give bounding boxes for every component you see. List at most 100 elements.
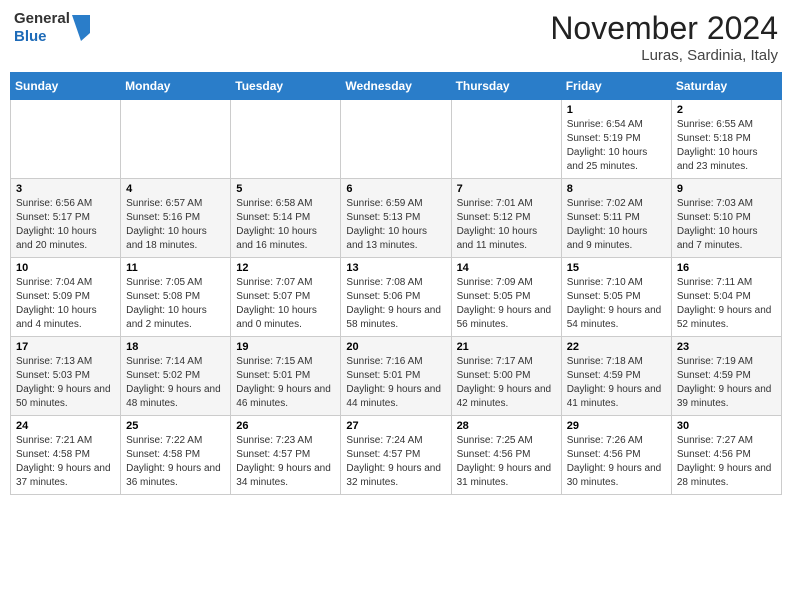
calendar-cell: 16 Sunrise: 7:11 AMSunset: 5:04 PMDayligh… <box>671 258 781 337</box>
month-title: November 2024 <box>550 10 778 47</box>
calendar-cell: 8 Sunrise: 7:02 AMSunset: 5:11 PMDaylight… <box>561 179 671 258</box>
calendar-header-wednesday: Wednesday <box>341 73 451 100</box>
day-number: 9 <box>677 183 776 195</box>
day-number: 27 <box>346 420 445 432</box>
calendar-week-row: 17 Sunrise: 7:13 AMSunset: 5:03 PMDayligh… <box>11 337 782 416</box>
day-info: Sunrise: 7:10 AMSunset: 5:05 PMDaylight:… <box>567 276 666 332</box>
calendar-header-row: SundayMondayTuesdayWednesdayThursdayFrid… <box>11 73 782 100</box>
page-header: General Blue November 2024 Luras, Sardin… <box>10 10 782 64</box>
day-info: Sunrise: 7:23 AMSunset: 4:57 PMDaylight:… <box>236 434 335 490</box>
day-info: Sunrise: 7:27 AMSunset: 4:56 PMDaylight:… <box>677 434 776 490</box>
calendar-cell: 12 Sunrise: 7:07 AMSunset: 5:07 PMDayligh… <box>231 258 341 337</box>
day-info: Sunrise: 7:15 AMSunset: 5:01 PMDaylight:… <box>236 355 335 411</box>
day-info: Sunrise: 7:19 AMSunset: 4:59 PMDaylight:… <box>677 355 776 411</box>
day-info: Sunrise: 7:25 AMSunset: 4:56 PMDaylight:… <box>457 434 556 490</box>
calendar-cell: 22 Sunrise: 7:18 AMSunset: 4:59 PMDayligh… <box>561 337 671 416</box>
day-number: 8 <box>567 183 666 195</box>
day-number: 18 <box>126 341 225 353</box>
calendar-cell <box>341 100 451 179</box>
day-number: 14 <box>457 262 556 274</box>
day-number: 5 <box>236 183 335 195</box>
day-number: 10 <box>16 262 115 274</box>
calendar-cell: 26Sunrise: 7:23 AMSunset: 4:57 PMDayligh… <box>231 416 341 495</box>
calendar-cell: 4 Sunrise: 6:57 AMSunset: 5:16 PMDaylight… <box>121 179 231 258</box>
calendar-cell: 2Sunrise: 6:55 AMSunset: 5:18 PMDaylight… <box>671 100 781 179</box>
logo-general-text: General <box>14 10 70 28</box>
day-info: Sunrise: 6:58 AMSunset: 5:14 PMDaylight:… <box>236 197 335 253</box>
calendar-cell: 21 Sunrise: 7:17 AMSunset: 5:00 PMDayligh… <box>451 337 561 416</box>
calendar-cell: 27 Sunrise: 7:24 AMSunset: 4:57 PMDayligh… <box>341 416 451 495</box>
day-number: 24 <box>16 420 115 432</box>
day-info: Sunrise: 7:05 AMSunset: 5:08 PMDaylight:… <box>126 276 225 332</box>
calendar-week-row: 24 Sunrise: 7:21 AMSunset: 4:58 PMDayligh… <box>11 416 782 495</box>
day-info: Sunrise: 7:14 AMSunset: 5:02 PMDaylight:… <box>126 355 225 411</box>
day-info: Sunrise: 6:54 AMSunset: 5:19 PMDaylight:… <box>567 118 666 174</box>
day-info: Sunrise: 7:22 AMSunset: 4:58 PMDaylight:… <box>126 434 225 490</box>
day-number: 6 <box>346 183 445 195</box>
day-number: 25 <box>126 420 225 432</box>
day-number: 7 <box>457 183 556 195</box>
day-number: 2 <box>677 104 776 116</box>
day-number: 15 <box>567 262 666 274</box>
calendar-cell: 24 Sunrise: 7:21 AMSunset: 4:58 PMDayligh… <box>11 416 121 495</box>
day-info: Sunrise: 7:13 AMSunset: 5:03 PMDaylight:… <box>16 355 115 411</box>
day-info: Sunrise: 7:11 AMSunset: 5:04 PMDaylight:… <box>677 276 776 332</box>
day-info: Sunrise: 6:57 AMSunset: 5:16 PMDaylight:… <box>126 197 225 253</box>
calendar-cell: 29Sunrise: 7:26 AMSunset: 4:56 PMDayligh… <box>561 416 671 495</box>
day-number: 20 <box>346 341 445 353</box>
calendar-header-friday: Friday <box>561 73 671 100</box>
calendar-week-row: 3 Sunrise: 6:56 AMSunset: 5:17 PMDaylight… <box>11 179 782 258</box>
calendar-cell: 7 Sunrise: 7:01 AMSunset: 5:12 PMDaylight… <box>451 179 561 258</box>
day-number: 12 <box>236 262 335 274</box>
calendar-cell: 9 Sunrise: 7:03 AMSunset: 5:10 PMDaylight… <box>671 179 781 258</box>
calendar-cell <box>11 100 121 179</box>
day-number: 16 <box>677 262 776 274</box>
calendar-cell: 30 Sunrise: 7:27 AMSunset: 4:56 PMDayligh… <box>671 416 781 495</box>
day-info: Sunrise: 7:26 AMSunset: 4:56 PMDaylight:… <box>567 434 666 490</box>
day-info: Sunrise: 7:07 AMSunset: 5:07 PMDaylight:… <box>236 276 335 332</box>
day-number: 30 <box>677 420 776 432</box>
day-info: Sunrise: 6:59 AMSunset: 5:13 PMDaylight:… <box>346 197 445 253</box>
day-info: Sunrise: 7:21 AMSunset: 4:58 PMDaylight:… <box>16 434 115 490</box>
calendar-header-thursday: Thursday <box>451 73 561 100</box>
calendar-table: SundayMondayTuesdayWednesdayThursdayFrid… <box>10 72 782 495</box>
day-info: Sunrise: 7:09 AMSunset: 5:05 PMDaylight:… <box>457 276 556 332</box>
day-number: 19 <box>236 341 335 353</box>
calendar-week-row: 10 Sunrise: 7:04 AMSunset: 5:09 PMDayligh… <box>11 258 782 337</box>
day-info: Sunrise: 7:03 AMSunset: 5:10 PMDaylight:… <box>677 197 776 253</box>
calendar-cell: 11 Sunrise: 7:05 AMSunset: 5:08 PMDayligh… <box>121 258 231 337</box>
calendar-cell: 18 Sunrise: 7:14 AMSunset: 5:02 PMDayligh… <box>121 337 231 416</box>
calendar-cell: 1 Sunrise: 6:54 AMSunset: 5:19 PMDaylight… <box>561 100 671 179</box>
calendar-header-saturday: Saturday <box>671 73 781 100</box>
calendar-cell <box>231 100 341 179</box>
calendar-cell <box>121 100 231 179</box>
day-number: 1 <box>567 104 666 116</box>
calendar-header-tuesday: Tuesday <box>231 73 341 100</box>
day-number: 23 <box>677 341 776 353</box>
calendar-header-monday: Monday <box>121 73 231 100</box>
calendar-cell: 28 Sunrise: 7:25 AMSunset: 4:56 PMDayligh… <box>451 416 561 495</box>
calendar-cell <box>451 100 561 179</box>
calendar-cell: 14 Sunrise: 7:09 AMSunset: 5:05 PMDayligh… <box>451 258 561 337</box>
title-area: November 2024 Luras, Sardinia, Italy <box>550 10 778 64</box>
day-info: Sunrise: 7:02 AMSunset: 5:11 PMDaylight:… <box>567 197 666 253</box>
day-info: Sunrise: 7:04 AMSunset: 5:09 PMDaylight:… <box>16 276 115 332</box>
day-number: 28 <box>457 420 556 432</box>
day-number: 17 <box>16 341 115 353</box>
calendar-cell: 19 Sunrise: 7:15 AMSunset: 5:01 PMDayligh… <box>231 337 341 416</box>
day-number: 3 <box>16 183 115 195</box>
day-number: 21 <box>457 341 556 353</box>
day-info: Sunrise: 7:18 AMSunset: 4:59 PMDaylight:… <box>567 355 666 411</box>
day-info: Sunrise: 7:17 AMSunset: 5:00 PMDaylight:… <box>457 355 556 411</box>
day-info: Sunrise: 6:56 AMSunset: 5:17 PMDaylight:… <box>16 197 115 253</box>
day-number: 13 <box>346 262 445 274</box>
day-number: 22 <box>567 341 666 353</box>
location: Luras, Sardinia, Italy <box>550 47 778 64</box>
day-info: Sunrise: 7:01 AMSunset: 5:12 PMDaylight:… <box>457 197 556 253</box>
calendar-cell: 25 Sunrise: 7:22 AMSunset: 4:58 PMDayligh… <box>121 416 231 495</box>
day-info: Sunrise: 7:24 AMSunset: 4:57 PMDaylight:… <box>346 434 445 490</box>
day-number: 4 <box>126 183 225 195</box>
calendar-cell: 5 Sunrise: 6:58 AMSunset: 5:14 PMDaylight… <box>231 179 341 258</box>
logo: General Blue <box>14 10 90 46</box>
day-number: 11 <box>126 262 225 274</box>
